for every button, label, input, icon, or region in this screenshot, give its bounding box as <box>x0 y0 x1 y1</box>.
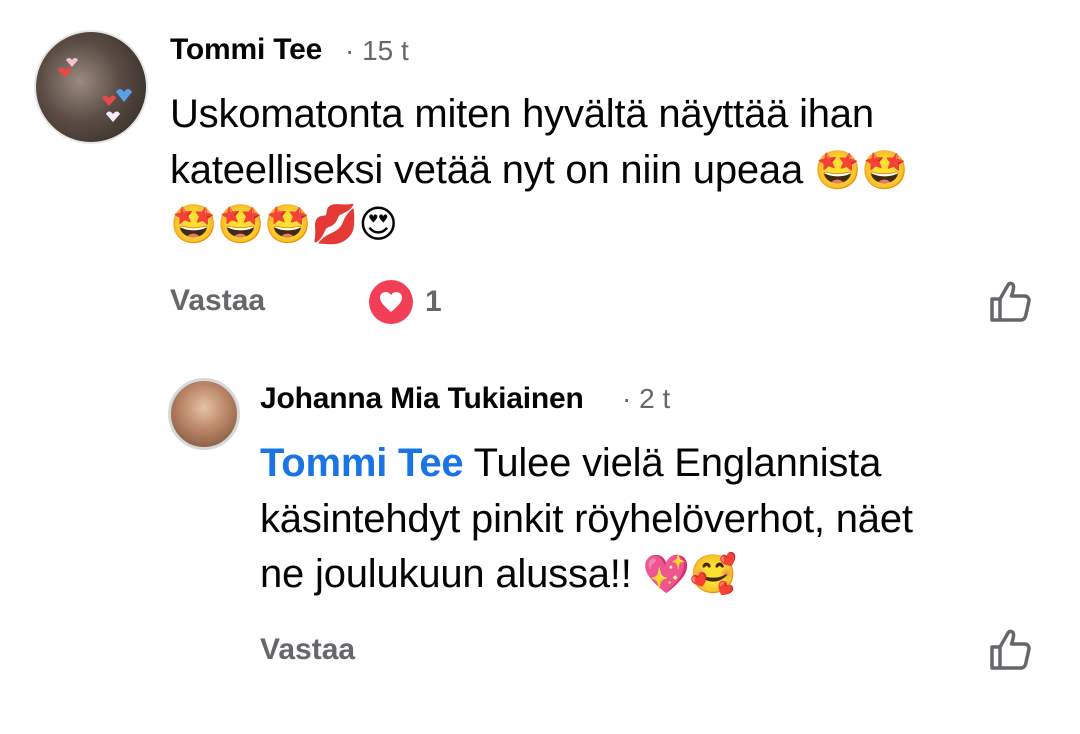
reply-timestamp[interactable]: · 2 t <box>622 383 670 415</box>
heart-stickers-icon <box>58 58 132 122</box>
reply-text-line-1-text: Tulee vielä Englannista <box>473 441 882 485</box>
love-reaction-icon <box>369 280 413 324</box>
thumbs-up-icon <box>990 281 1031 322</box>
reply-like-button[interactable] <box>988 628 1034 677</box>
comment-text-line-2: kateelliseksi vetää nyt on niin upeaa 🤩🤩 <box>170 143 908 198</box>
comment-text-line-2-text: kateelliseksi vetää nyt on niin upeaa <box>170 148 804 192</box>
reply-text-line-2: käsintehdyt pinkit röyhelöverhot, näet <box>260 497 913 541</box>
commenter-avatar[interactable] <box>34 30 148 144</box>
reply-mention-link[interactable]: Tommi Tee <box>260 441 464 485</box>
comment-text-line-1: Uskomatonta miten hyvältä näyttää ihan <box>170 92 874 136</box>
comment-emoji-line-3: 🤩🤩🤩💋😍 <box>170 202 398 246</box>
thumbs-up-icon <box>990 629 1031 670</box>
reply-text-line-1: Tommi Tee Tulee vielä Englannista <box>260 436 881 491</box>
reply-text-line-3-text: ne joulukuun alussa!! <box>260 552 632 596</box>
reply-reply-button[interactable]: Vastaa <box>260 633 355 667</box>
comment-reactions[interactable]: 1 <box>369 280 442 324</box>
reaction-count: 1 <box>425 285 442 318</box>
comment-author[interactable]: Tommi Tee <box>170 33 322 67</box>
comment-reply-button[interactable]: Vastaa <box>170 284 265 318</box>
replier-avatar[interactable] <box>168 378 240 450</box>
reply-text-line-3: ne joulukuun alussa!! 💖🥰 <box>260 547 737 602</box>
reply-emoji-line-3: 💖🥰 <box>642 552 737 596</box>
reply-author[interactable]: Johanna Mia Tukiainen <box>260 382 584 416</box>
like-button[interactable] <box>988 280 1034 329</box>
comment-emoji-line-2: 🤩🤩 <box>813 148 909 192</box>
comment-timestamp[interactable]: · 15 t <box>345 35 409 67</box>
